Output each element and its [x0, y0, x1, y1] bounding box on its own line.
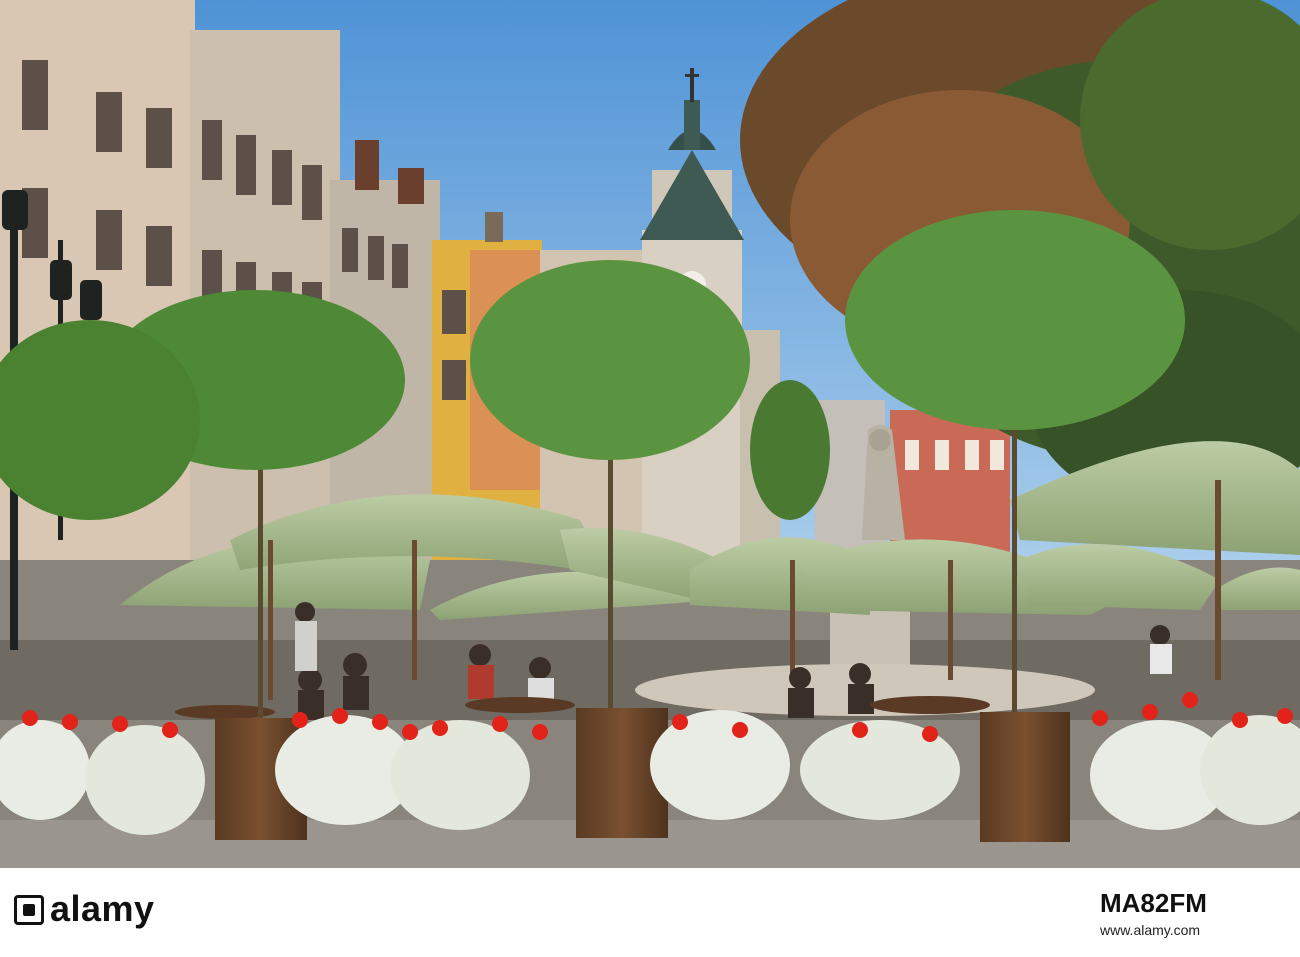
stock-url: www.alamy.com	[1100, 922, 1201, 938]
alamy-logo-icon	[14, 895, 44, 925]
stock-watermark-strip: alamy MA82FM www.alamy.com	[0, 868, 1300, 957]
stock-image-id: MA82FM	[1100, 888, 1207, 918]
town-square-photo	[0, 0, 1300, 868]
street-tree	[750, 380, 830, 520]
stock-logo: alamy	[14, 888, 155, 930]
stock-logo-text: alamy	[50, 888, 155, 929]
